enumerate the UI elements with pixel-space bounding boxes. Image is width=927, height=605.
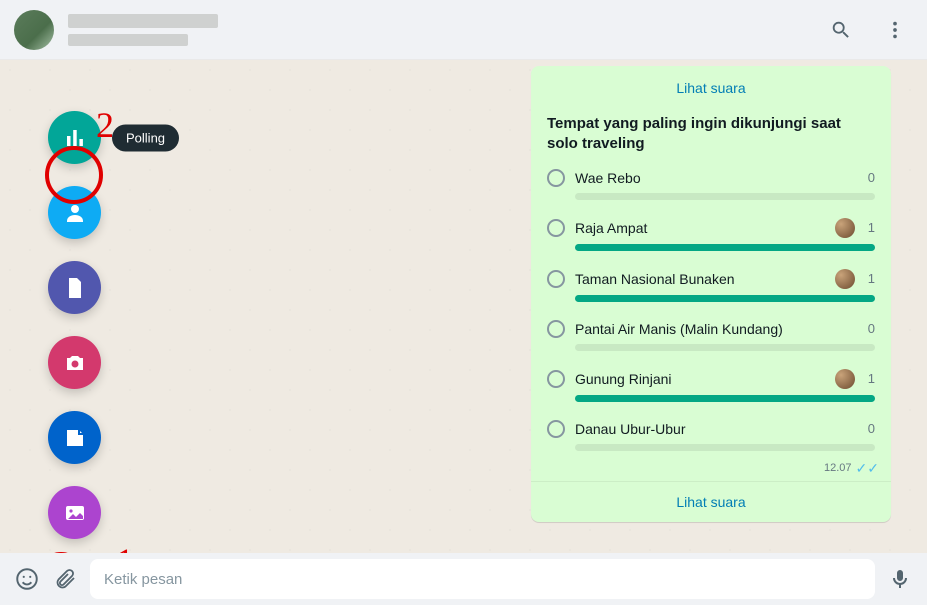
poll-option-count: 1 bbox=[865, 371, 875, 386]
poll-bar bbox=[575, 395, 875, 402]
poll-message: Lihat suara Tempat yang paling ingin dik… bbox=[531, 66, 891, 522]
message-time: 12.07 bbox=[824, 462, 852, 474]
message-input-bar bbox=[0, 553, 927, 605]
view-votes-link-top[interactable]: Lihat suara bbox=[531, 72, 891, 106]
attach-image-button[interactable] bbox=[48, 486, 101, 539]
mic-icon[interactable] bbox=[887, 566, 913, 592]
attach-contact-button[interactable] bbox=[48, 186, 101, 239]
poll-bar bbox=[575, 295, 875, 302]
poll-option-label: Raja Ampat bbox=[575, 220, 825, 236]
attach-camera-button[interactable] bbox=[48, 336, 101, 389]
poll-option-label: Taman Nasional Bunaken bbox=[575, 271, 825, 287]
poll-radio[interactable] bbox=[547, 420, 565, 438]
voter-avatar bbox=[835, 369, 855, 389]
chat-header bbox=[0, 0, 927, 60]
attach-icon[interactable] bbox=[52, 566, 78, 592]
poll-radio[interactable] bbox=[547, 320, 565, 338]
voter-avatar bbox=[835, 218, 855, 238]
poll-option-count: 0 bbox=[865, 421, 875, 436]
read-receipt-icon: ✓✓ bbox=[856, 461, 879, 475]
poll-option-label: Pantai Air Manis (Malin Kundang) bbox=[575, 321, 855, 337]
poll-option: Wae Rebo 0 bbox=[547, 169, 875, 200]
message-input[interactable] bbox=[90, 559, 875, 599]
attach-sticker-button[interactable] bbox=[48, 411, 101, 464]
poll-option-count: 1 bbox=[865, 220, 875, 235]
view-votes-link-bottom[interactable]: Lihat suara bbox=[531, 481, 891, 522]
voter-avatar bbox=[835, 269, 855, 289]
poll-title: Tempat yang paling ingin dikunjungi saat… bbox=[531, 106, 891, 169]
chat-subtitle-redacted bbox=[68, 34, 188, 46]
poll-option-label: Danau Ubur-Ubur bbox=[575, 421, 855, 437]
menu-icon[interactable] bbox=[883, 18, 907, 42]
poll-options: Wae Rebo 0 Raja Ampat 1 Taman Nasional B… bbox=[531, 169, 891, 451]
poll-option: Raja Ampat 1 bbox=[547, 218, 875, 251]
header-title-block[interactable] bbox=[68, 14, 218, 46]
poll-option-count: 1 bbox=[865, 271, 875, 286]
attach-document-button[interactable] bbox=[48, 261, 101, 314]
message-meta: 12.07 ✓✓ bbox=[531, 461, 891, 481]
poll-bar bbox=[575, 244, 875, 251]
attach-poll-button[interactable]: Polling bbox=[48, 111, 101, 164]
poll-option: Taman Nasional Bunaken 1 bbox=[547, 269, 875, 302]
poll-option-count: 0 bbox=[865, 321, 875, 336]
poll-radio[interactable] bbox=[547, 370, 565, 388]
poll-radio[interactable] bbox=[547, 219, 565, 237]
emoji-icon[interactable] bbox=[14, 566, 40, 592]
poll-option-count: 0 bbox=[865, 170, 875, 185]
poll-option-label: Gunung Rinjani bbox=[575, 371, 825, 387]
chat-title-redacted bbox=[68, 14, 218, 28]
poll-option: Gunung Rinjani 1 bbox=[547, 369, 875, 402]
poll-bar bbox=[575, 193, 875, 200]
poll-bar bbox=[575, 444, 875, 451]
poll-option: Danau Ubur-Ubur 0 bbox=[547, 420, 875, 451]
poll-radio[interactable] bbox=[547, 169, 565, 187]
poll-option: Pantai Air Manis (Malin Kundang) 0 bbox=[547, 320, 875, 351]
poll-bar bbox=[575, 344, 875, 351]
search-icon[interactable] bbox=[829, 18, 853, 42]
poll-option-label: Wae Rebo bbox=[575, 170, 855, 186]
attachment-menu: Polling bbox=[48, 111, 101, 539]
avatar[interactable] bbox=[14, 10, 54, 50]
poll-radio[interactable] bbox=[547, 270, 565, 288]
